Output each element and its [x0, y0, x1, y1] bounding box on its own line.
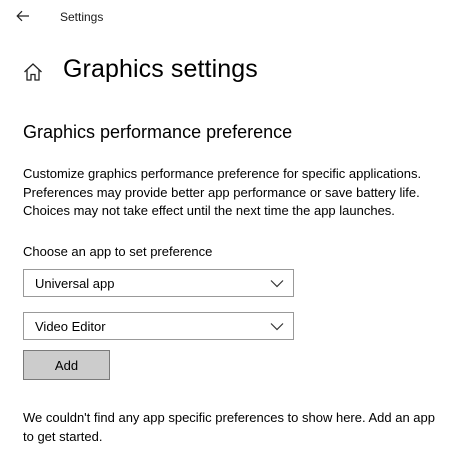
- empty-state-message: We couldn't find any app specific prefer…: [23, 408, 468, 446]
- add-button[interactable]: Add: [23, 350, 110, 380]
- choose-app-label: Choose an app to set preference: [23, 244, 213, 259]
- description-line: Customize graphics performance preferenc…: [23, 166, 422, 181]
- app-dropdown[interactable]: Video Editor: [23, 312, 294, 340]
- window-title: Settings: [60, 10, 104, 24]
- back-button[interactable]: [10, 4, 36, 28]
- add-button-label: Add: [54, 357, 79, 373]
- description-line: Choices may not take effect until the ne…: [23, 203, 395, 218]
- section-title: Graphics performance preference: [23, 122, 293, 142]
- page-title: Graphics settings: [63, 55, 258, 83]
- empty-state-line: to get started.: [23, 429, 103, 444]
- back-arrow-icon: [16, 10, 29, 22]
- app-selected-value: Video Editor: [35, 319, 106, 334]
- home-icon[interactable]: [22, 61, 44, 83]
- empty-state-line: We couldn't find any app specific prefer…: [23, 410, 436, 425]
- description-line: Preferences may provide better app perfo…: [23, 184, 420, 200]
- title-bar: Settings: [0, 0, 474, 34]
- app-type-dropdown[interactable]: Universal app: [23, 269, 294, 297]
- chevron-down-icon: [270, 323, 284, 331]
- section-description: Customize graphics performance preferenc…: [23, 165, 473, 221]
- chevron-down-icon: [270, 280, 284, 288]
- app-type-selected-value: Universal app: [35, 276, 115, 291]
